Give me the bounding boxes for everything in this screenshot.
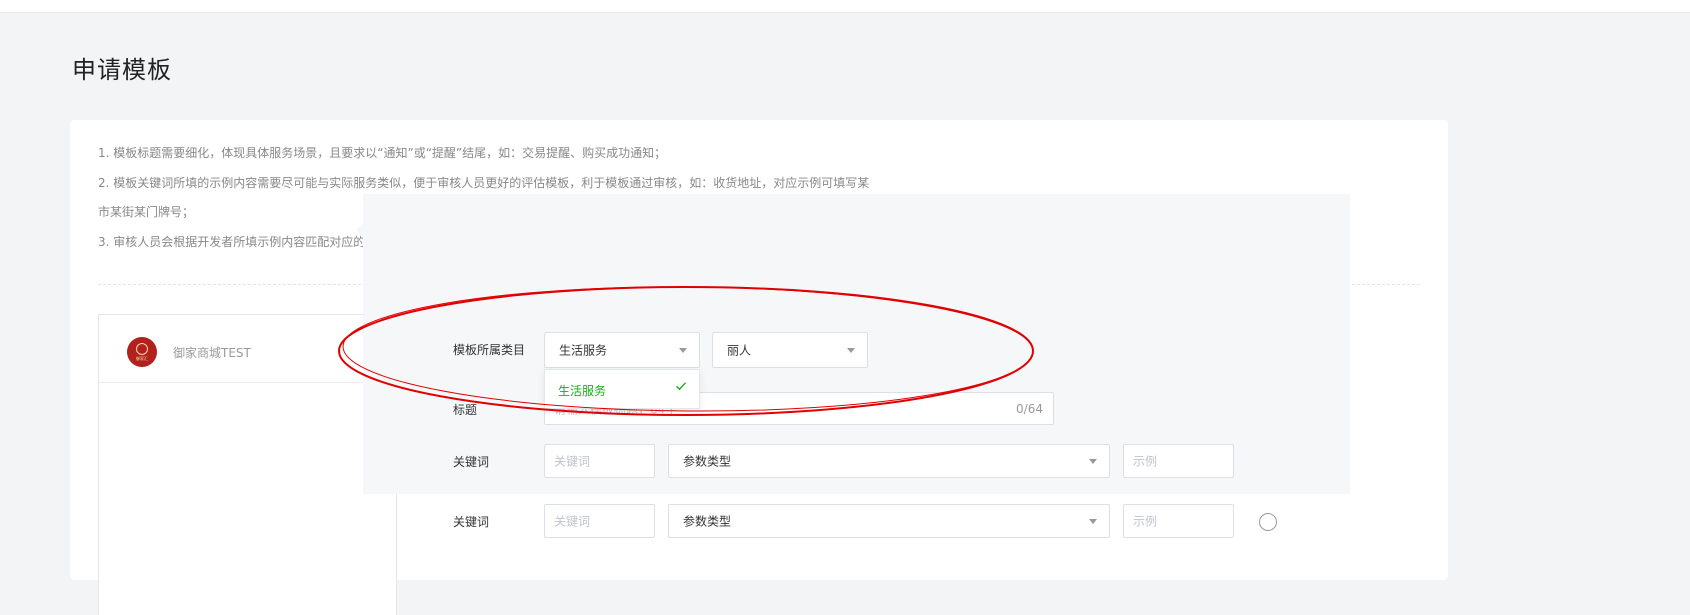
dropdown-option-selected[interactable]: 生活服务: [558, 382, 606, 399]
template-preview-panel: 御家汇 御家商城TEST: [98, 314, 397, 615]
category-secondary-select[interactable]: 丽人: [712, 332, 868, 368]
keyword-placeholder: 关键词: [554, 514, 591, 529]
remove-keyword-icon[interactable]: [1259, 513, 1277, 531]
logo-icon: [136, 343, 148, 355]
keyword-placeholder: 关键词: [554, 454, 591, 469]
title-char-counter: 0/64: [1016, 401, 1043, 416]
example-placeholder: 示例: [1133, 514, 1158, 529]
example-input[interactable]: 示例: [1123, 504, 1234, 538]
param-type-select[interactable]: 参数类型: [668, 504, 1110, 538]
guideline-line: 1. 模板标题需要细化，体现具体服务场景，且要求以“通知”或“提醒”结尾，如：交…: [98, 146, 667, 160]
param-type-value: 参数类型: [683, 514, 732, 529]
chevron-down-icon: [679, 348, 687, 353]
avatar-text: 御家汇: [136, 356, 148, 361]
page-title: 申请模板: [72, 56, 172, 84]
category-primary-select[interactable]: 生活服务: [544, 332, 700, 368]
check-icon: [676, 382, 687, 391]
category-secondary-value: 丽人: [727, 343, 752, 358]
chevron-down-icon: [1089, 459, 1097, 464]
category-dropdown-menu: 生活服务: [544, 369, 700, 409]
preview-header: 御家汇 御家商城TEST: [99, 315, 396, 383]
example-input[interactable]: 示例: [1123, 444, 1234, 478]
example-placeholder: 示例: [1133, 454, 1158, 469]
title-label: 标题: [453, 403, 478, 417]
keyword-label: 关键词: [453, 455, 490, 469]
keyword-input[interactable]: 关键词: [544, 504, 655, 538]
category-label: 模板所属类目: [453, 343, 526, 357]
category-primary-value: 生活服务: [559, 343, 608, 358]
chevron-down-icon: [1089, 519, 1097, 524]
param-type-value: 参数类型: [683, 454, 732, 469]
keyword-label: 关键词: [453, 515, 490, 529]
keyword-input[interactable]: 关键词: [544, 444, 655, 478]
avatar: 御家汇: [127, 337, 157, 367]
param-type-select[interactable]: 参数类型: [668, 444, 1110, 478]
top-bar: [0, 0, 1690, 13]
shop-name: 御家商城TEST: [173, 346, 251, 360]
guideline-line: 2. 模板关键词所填的示例内容需要尽可能与实际服务类似，便于审核人员更好的评估模…: [98, 175, 870, 190]
chevron-down-icon: [847, 348, 855, 353]
